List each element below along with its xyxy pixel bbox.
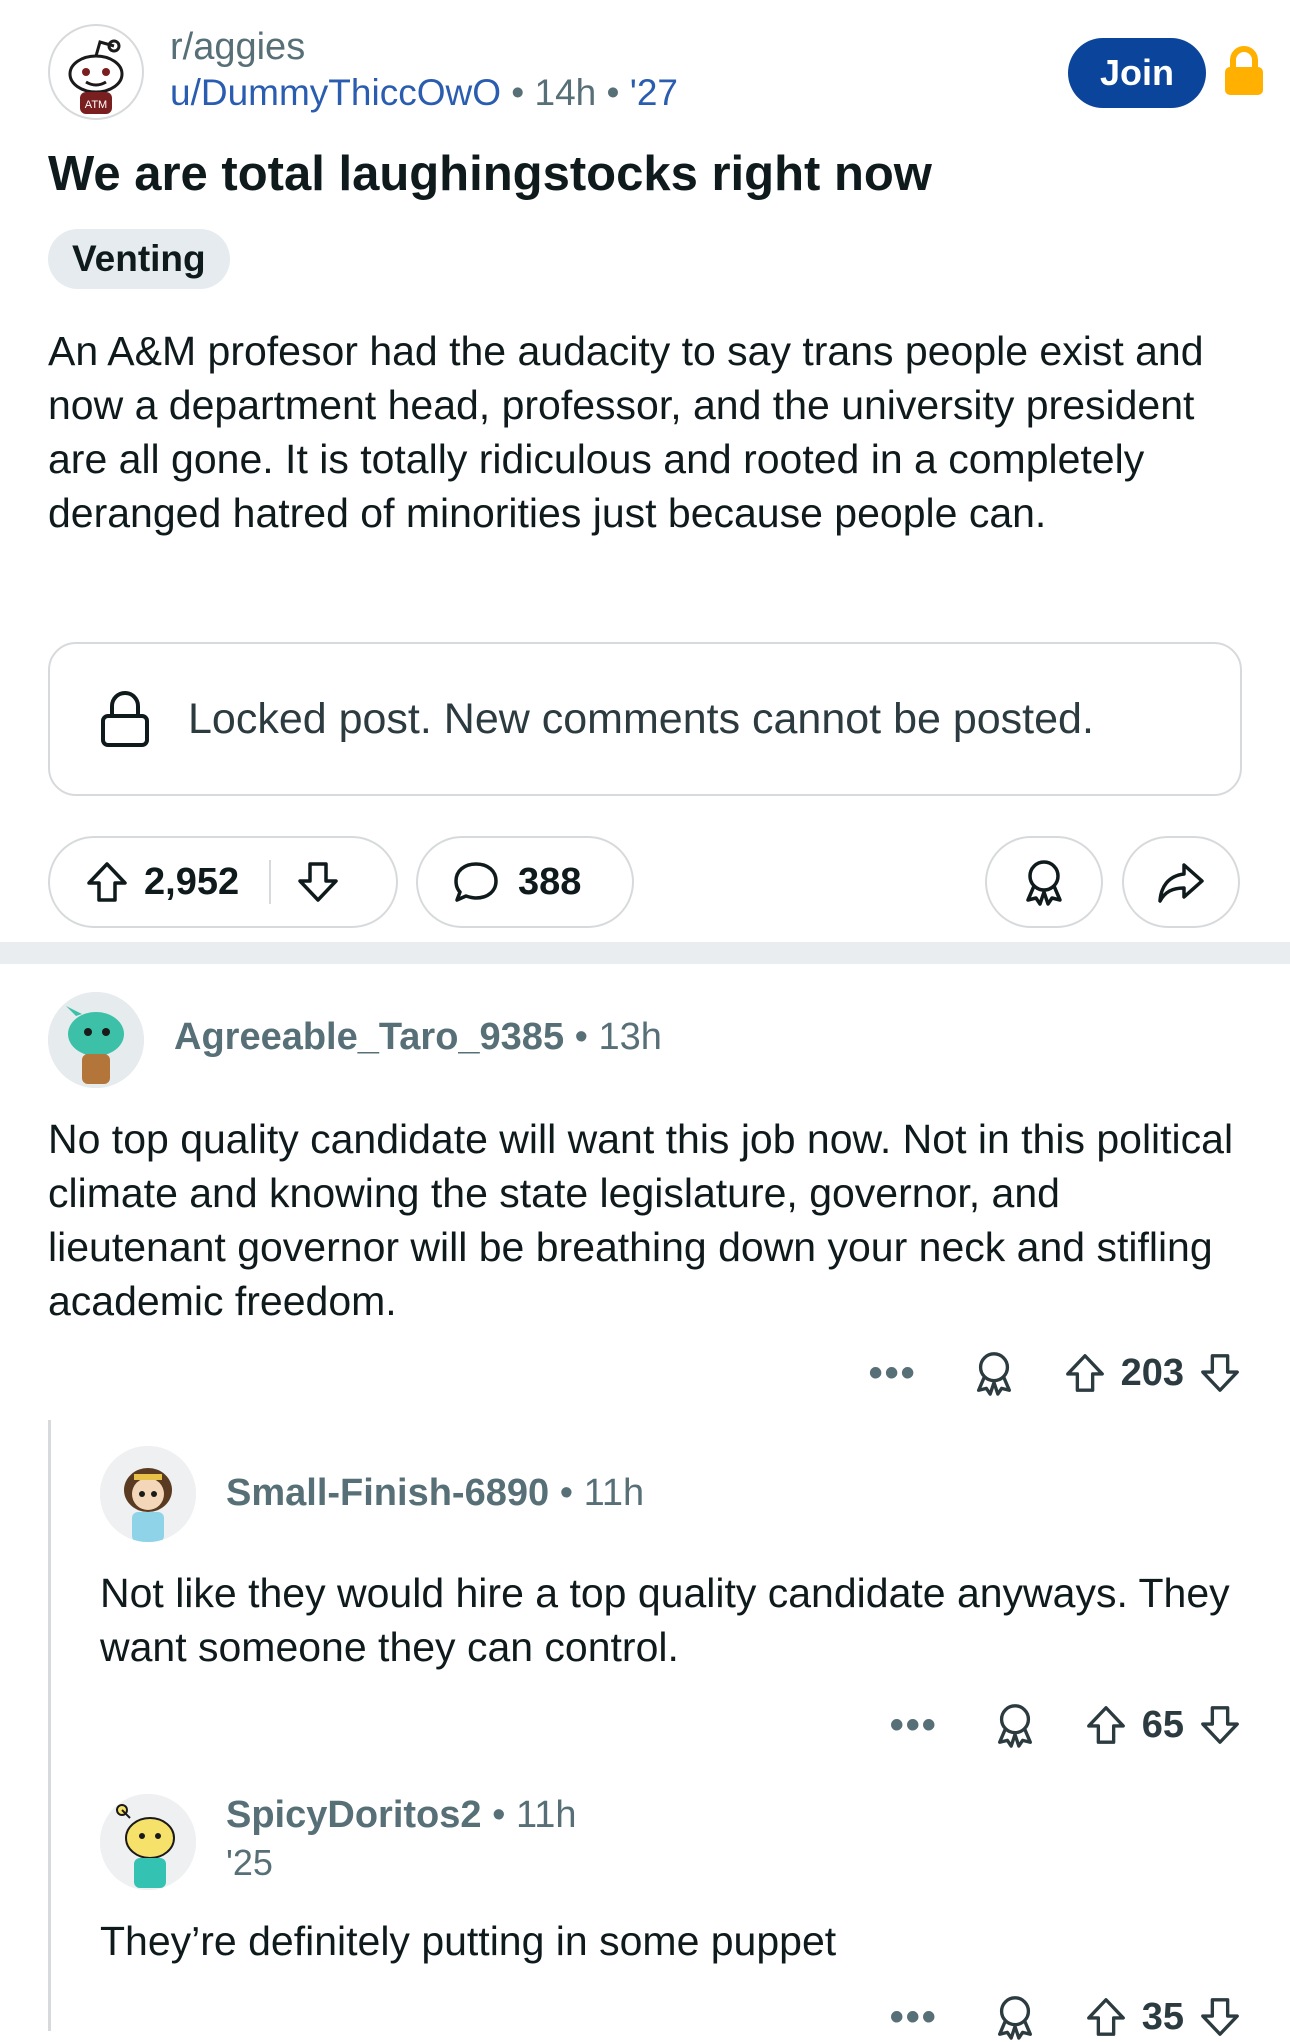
join-button[interactable]: Join: [1068, 38, 1206, 108]
award-icon[interactable]: [971, 1348, 1017, 1398]
post-title: We are total laughingstocks right now: [48, 147, 932, 201]
comment-text: Not like they would hire a top quality c…: [100, 1570, 1230, 1670]
comment-author-line: Small-Finish-6890 • 11h: [226, 1472, 644, 1515]
downvote-icon[interactable]: [1198, 1703, 1242, 1747]
comment-author[interactable]: Small-Finish-6890: [226, 1472, 549, 1514]
subreddit-name[interactable]: r/aggies: [170, 26, 305, 69]
user-flair: '25: [226, 1842, 273, 1883]
meta-separator: •: [511, 72, 525, 113]
subreddit-avatar[interactable]: ATM: [48, 24, 144, 120]
snoo-avatar-icon: [48, 992, 144, 1088]
upvote-icon[interactable]: [84, 859, 130, 905]
comment-score: 203: [1120, 1351, 1184, 1394]
comment-author-line: SpicyDoritos2 • 11h: [226, 1794, 577, 1837]
comment-age: 11h: [515, 1794, 577, 1836]
user-flair: '27: [629, 72, 679, 113]
reddit-snoo-icon: ATM: [68, 39, 124, 114]
upvote-icon[interactable]: [1063, 1351, 1107, 1395]
comment-text: No top quality candidate will want this …: [48, 1116, 1234, 1324]
avatar[interactable]: [48, 992, 144, 1088]
svg-text:ATM: ATM: [85, 99, 107, 111]
lock-icon: [1222, 46, 1266, 96]
comment-actions: ••• 35: [890, 1992, 1242, 2042]
share-button[interactable]: [1122, 836, 1240, 928]
post-meta: u/DummyThiccOwO • 14h • '27: [170, 72, 678, 114]
comments-button[interactable]: 388: [416, 836, 634, 928]
post-author[interactable]: u/DummyThiccOwO: [170, 72, 501, 113]
snoo-avatar-icon: [100, 1794, 196, 1890]
downvote-icon[interactable]: [295, 859, 341, 905]
award-icon[interactable]: [992, 1992, 1038, 2042]
more-icon[interactable]: •••: [890, 1997, 938, 2037]
comment-author[interactable]: SpicyDoritos2: [226, 1794, 482, 1836]
award-icon: [1026, 860, 1062, 906]
vote-bar: 2,952: [48, 836, 398, 928]
award-button[interactable]: [985, 836, 1103, 928]
post-body: An A&M profesor had the audacity to say …: [48, 328, 1204, 536]
comment-actions: ••• 203: [869, 1348, 1242, 1398]
meta-separator: •: [606, 72, 620, 113]
comment-author-line: Agreeable_Taro_9385 • 13h: [174, 1016, 662, 1059]
thread-line[interactable]: [48, 1420, 51, 2031]
comment-icon: [454, 862, 498, 902]
upvote-icon[interactable]: [1084, 1995, 1128, 2039]
post-flair[interactable]: Venting: [48, 229, 230, 289]
vote-divider: [269, 860, 272, 904]
snoo-avatar-icon: [100, 1446, 196, 1542]
comment-text: They’re definitely putting in some puppe…: [100, 1918, 837, 1964]
comment-count: 388: [518, 860, 582, 903]
downvote-icon[interactable]: [1198, 1351, 1242, 1395]
locked-notice: Locked post. New comments cannot be post…: [48, 642, 1242, 796]
meta-separator: •: [492, 1794, 506, 1836]
more-icon[interactable]: •••: [890, 1705, 938, 1745]
comment-author[interactable]: Agreeable_Taro_9385: [174, 1016, 564, 1058]
downvote-icon[interactable]: [1198, 1995, 1242, 2039]
meta-separator: •: [574, 1016, 588, 1058]
comment-age: 13h: [598, 1016, 662, 1058]
locked-notice-text: Locked post. New comments cannot be post…: [188, 694, 1094, 743]
section-divider: [0, 942, 1290, 964]
share-icon: [1158, 863, 1204, 903]
comment-score: 35: [1141, 1995, 1184, 2038]
upvote-icon[interactable]: [1084, 1703, 1128, 1747]
post-age: 14h: [534, 72, 597, 113]
avatar[interactable]: [100, 1794, 196, 1890]
lock-icon: [101, 691, 149, 747]
comment-age: 11h: [583, 1472, 645, 1514]
meta-separator: •: [559, 1472, 573, 1514]
comment-score: 65: [1141, 1703, 1184, 1746]
more-icon[interactable]: •••: [869, 1353, 917, 1393]
post-score: 2,952: [144, 860, 240, 903]
comment-actions: ••• 65: [890, 1700, 1242, 1750]
award-icon[interactable]: [992, 1700, 1038, 1750]
avatar[interactable]: [100, 1446, 196, 1542]
